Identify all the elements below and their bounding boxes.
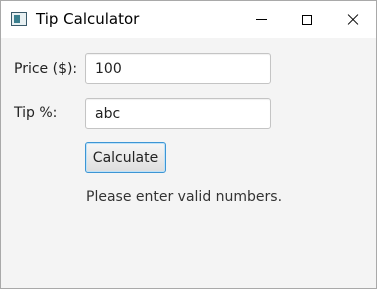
window-title: Tip Calculator <box>36 10 140 28</box>
title-bar[interactable]: Tip Calculator <box>1 1 376 38</box>
tip-label: Tip %: <box>14 105 58 121</box>
close-icon <box>347 14 359 26</box>
tip-input[interactable] <box>85 98 271 129</box>
price-input[interactable] <box>85 53 271 84</box>
app-window-icon <box>11 12 27 26</box>
validation-message: Please enter valid numbers. <box>86 189 283 205</box>
maximize-icon <box>302 14 312 25</box>
minimize-button[interactable] <box>238 1 284 38</box>
app-window: Tip Calculator Price ($): Tip %: Calcula… <box>0 0 377 289</box>
calculate-button[interactable]: Calculate <box>85 142 166 173</box>
minimize-icon <box>255 19 267 20</box>
maximize-button[interactable] <box>284 1 330 38</box>
close-button[interactable] <box>330 1 376 38</box>
price-label: Price ($): <box>14 61 78 77</box>
